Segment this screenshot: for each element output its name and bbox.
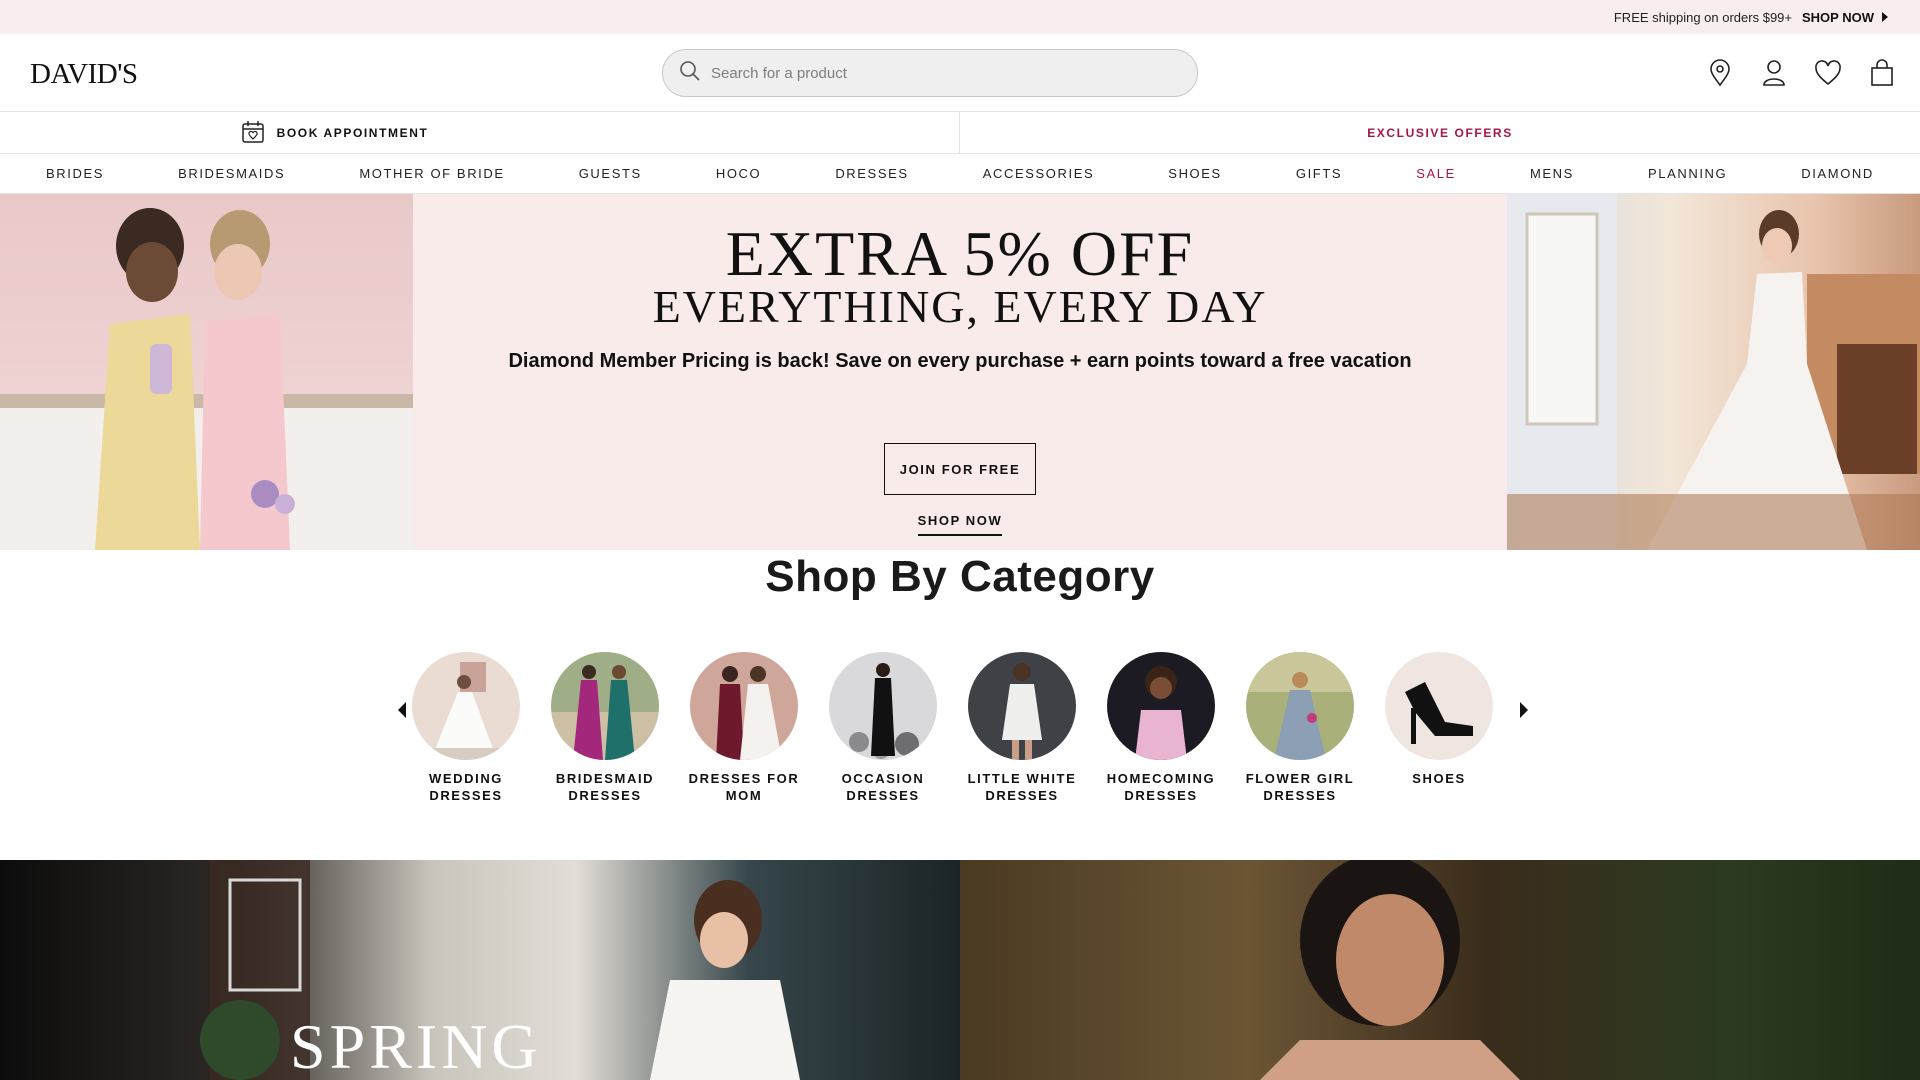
nav-gifts[interactable]: GIFTS [1296,166,1342,181]
nav-diamond[interactable]: DIAMOND [1801,166,1874,181]
category-label: SHOES [1412,771,1466,786]
nav-hoco[interactable]: HOCO [716,166,761,181]
category-thumb-shoes [1385,652,1493,760]
category-label: LITTLE WHITE DRESSES [967,771,1077,803]
hero-subheadline: Diamond Member Pricing is back! Save on … [508,350,1412,372]
location-pin-icon[interactable] [1706,58,1734,88]
nav-accessories[interactable]: ACCESSORIES [983,166,1095,181]
shopping-bag-icon[interactable] [1868,58,1896,88]
category-label: DRESSES FOR MOM [688,771,800,803]
category-dresses-for-mom[interactable]: DRESSES FOR MOM [679,652,809,804]
category-thumb-mom [690,652,798,760]
category-thumb-homecoming [1107,652,1215,760]
category-thumb-lwd [968,652,1076,760]
sub-nav: BOOK APPOINTMENT EXCLUSIVE OFFERS [0,112,1920,154]
logo[interactable]: DAVID'S [30,58,138,91]
caret-right-icon [1882,12,1888,22]
spring-banner[interactable]: SPRING [0,860,960,1080]
hero-content: EXTRA 5% OFF EVERYTHING, EVERY DAY Diamo… [413,194,1507,550]
book-appointment-link[interactable]: BOOK APPOINTMENT [241,120,429,147]
category-occasion-dresses[interactable]: OCCASION DRESSES [818,652,948,804]
category-thumb-wedding [412,652,520,760]
nav-guests[interactable]: GUESTS [579,166,642,181]
exclusive-offers-link[interactable]: EXCLUSIVE OFFERS [1367,126,1513,140]
nav-shoes[interactable]: SHOES [1168,166,1222,181]
category-title: Shop By Category [765,552,1155,601]
category-little-white-dresses[interactable]: LITTLE WHITE DRESSES [957,652,1087,804]
nav-bridesmaids[interactable]: BRIDESMAIDS [178,166,285,181]
category-flower-girl-dresses[interactable]: FLOWER GIRL DRESSES [1235,652,1365,804]
promo-bar: FREE shipping on orders $99+ SHOP NOW [0,0,1920,34]
nav-dresses[interactable]: DRESSES [835,166,908,181]
category-label: FLOWER GIRL DRESSES [1245,771,1355,803]
account-icon[interactable] [1760,58,1788,88]
category-thumb-occasion [829,652,937,760]
carousel-next-arrow-icon[interactable] [1514,700,1534,720]
wishlist-heart-icon[interactable] [1814,58,1842,88]
hero-image-bridesmaids [0,194,413,550]
hero-headline-2: EVERYTHING, EVERY DAY [652,281,1268,332]
site-header: DAVID'S [0,34,1920,112]
category-label: WEDDING DRESSES [428,771,504,803]
nav-mother-of-bride[interactable]: MOTHER OF BRIDE [359,166,504,181]
nav-brides[interactable]: BRIDES [46,166,104,181]
category-label: HOMECOMING DRESSES [1106,771,1216,803]
hero-shop-now-link[interactable]: SHOP NOW [917,513,1003,536]
search-input[interactable] [711,64,1171,82]
category-thumb-flower-girl [1246,652,1354,760]
category-wedding-dresses[interactable]: WEDDING DRESSES [401,652,531,804]
category-label: OCCASION DRESSES [841,771,925,803]
nav-mens[interactable]: MENS [1530,166,1574,181]
header-icons [1706,58,1896,88]
category-label: BRIDESMAID DRESSES [555,771,655,803]
join-for-free-button[interactable]: JOIN FOR FREE [884,443,1036,495]
book-appointment-label: BOOK APPOINTMENT [276,126,429,140]
spring-banner-text: SPRING [290,1011,542,1080]
hero-banner: EXTRA 5% OFF EVERYTHING, EVERY DAY Diamo… [0,194,1920,550]
category-homecoming-dresses[interactable]: HOMECOMING DRESSES [1096,652,1226,804]
calendar-icon [241,120,265,147]
category-carousel: WEDDING DRESSES BRIDESMAID DRESSES DRESSES… [392,652,1528,812]
category-thumb-bridesmaid [551,652,659,760]
hero-headline-1: EXTRA 5% OFF [725,218,1195,289]
category-bridesmaid-dresses[interactable]: BRIDESMAID DRESSES [540,652,670,804]
offers-section: EXCLUSIVE OFFERS [960,112,1920,154]
main-nav: BRIDES BRIDESMAIDS MOTHER OF BRIDE GUEST… [0,154,1920,194]
search-icon [679,60,701,87]
category-shoes[interactable]: SHOES [1374,652,1504,787]
nav-sale[interactable]: SALE [1416,166,1456,181]
promo-link-label: SHOP NOW [1802,9,1874,25]
hero-image-bride [1507,194,1920,550]
promo-text: FREE shipping on orders $99+ [1613,9,1792,25]
nav-planning[interactable]: PLANNING [1648,166,1727,181]
model-banner[interactable] [960,860,1920,1080]
search-bar[interactable] [662,49,1198,97]
appointment-section: BOOK APPOINTMENT [0,112,960,154]
promo-shop-now-link[interactable]: SHOP NOW [1802,10,1888,25]
